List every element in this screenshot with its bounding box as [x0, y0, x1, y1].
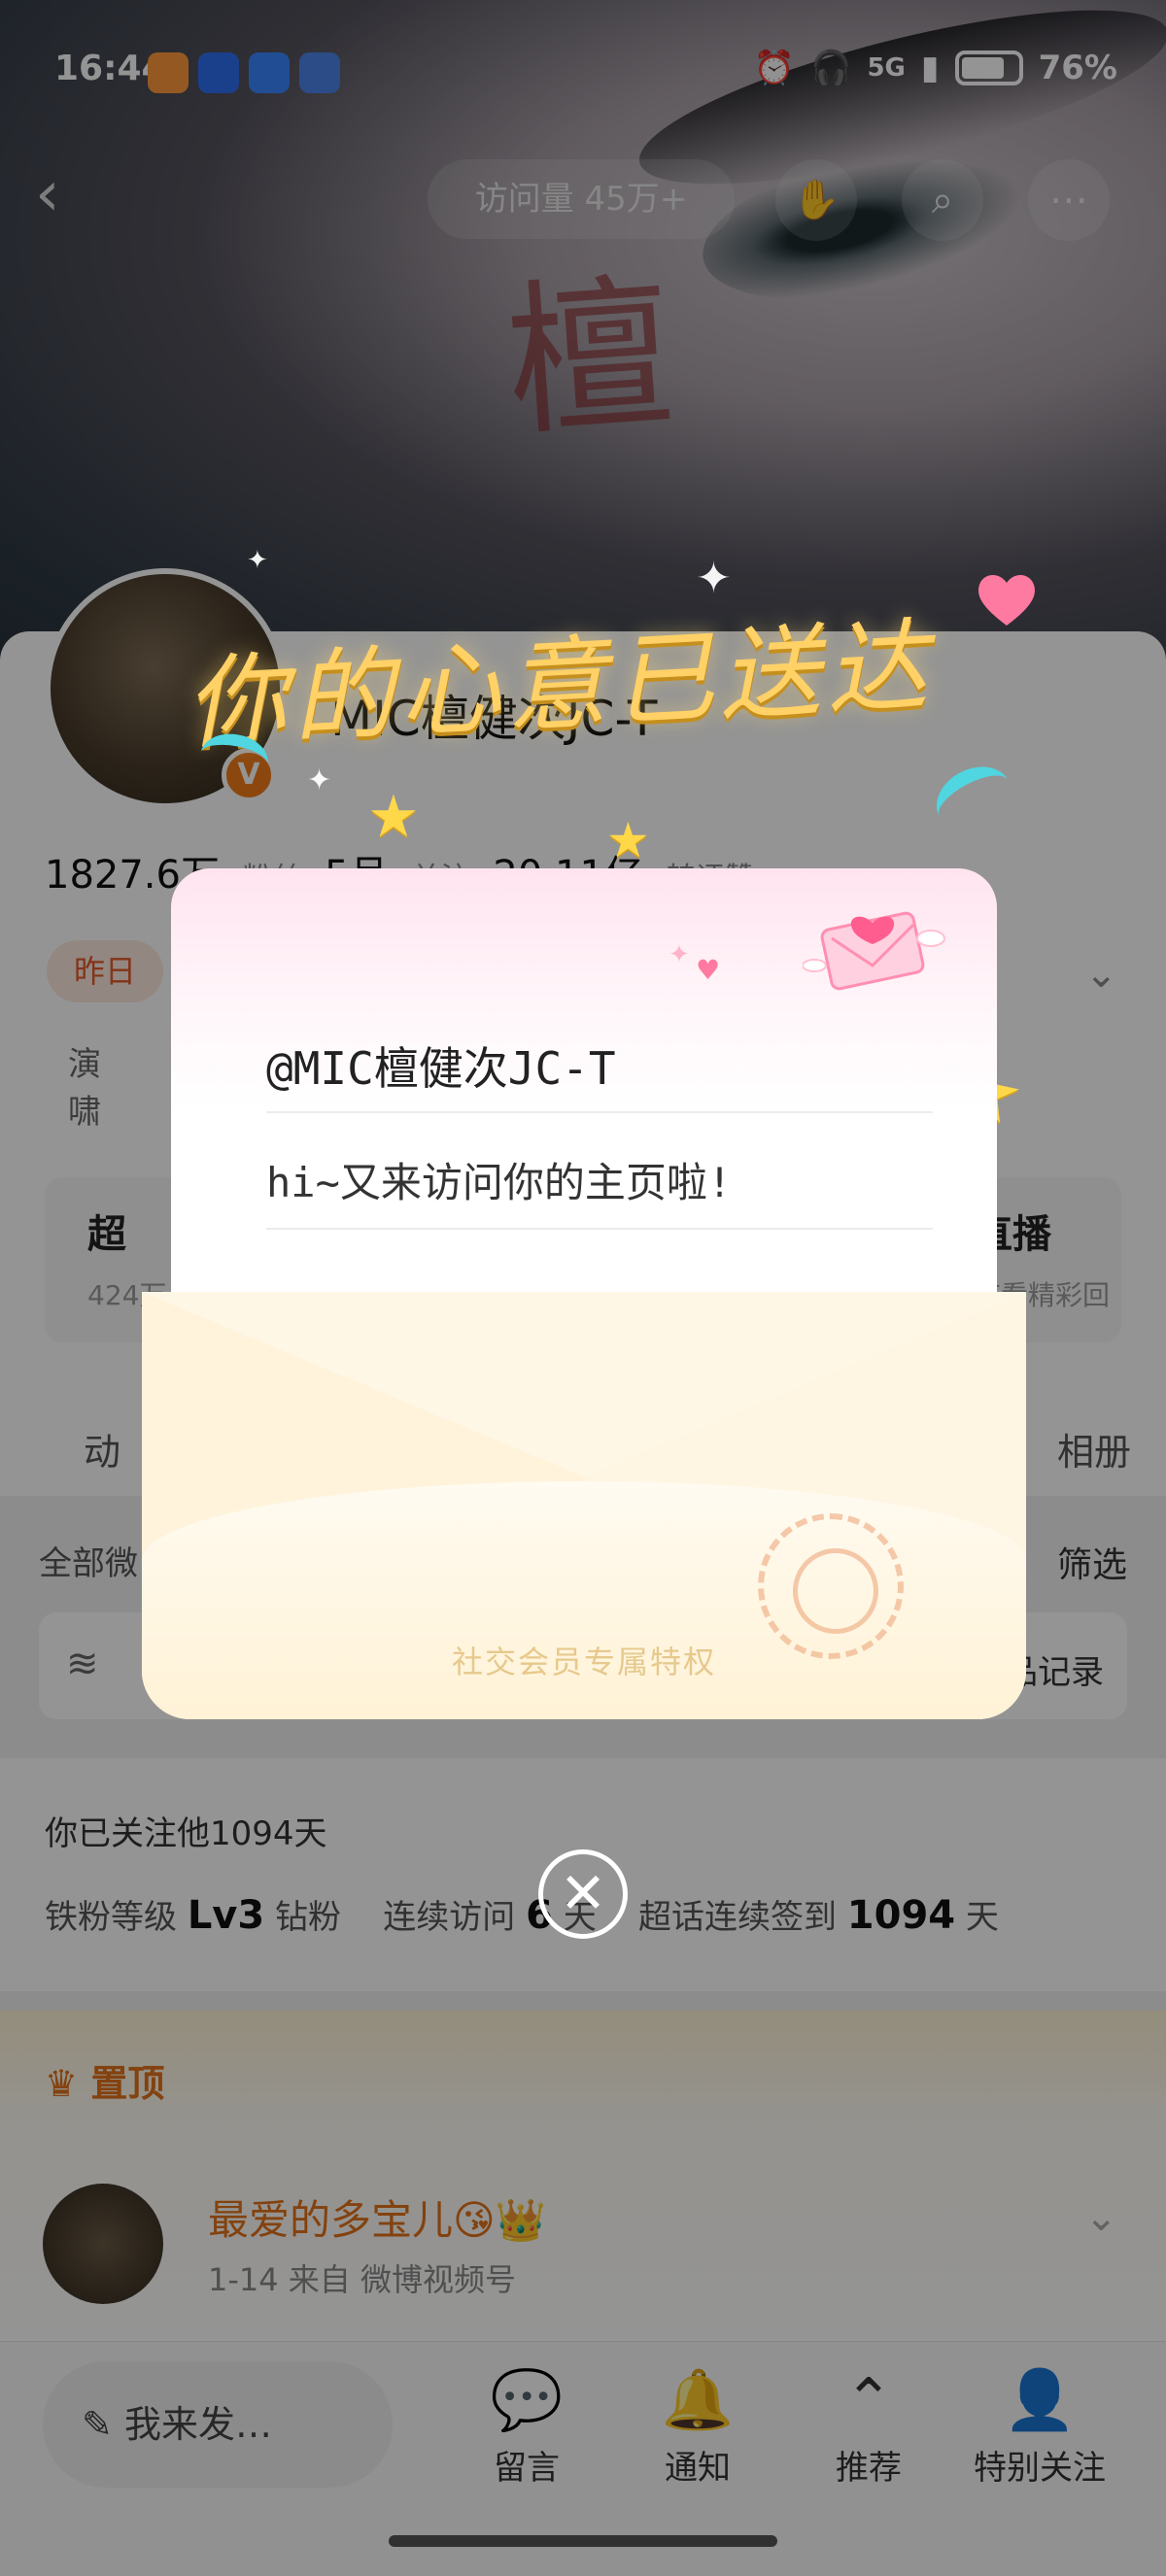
love-letter-icon	[803, 911, 945, 991]
star-icon: ★	[367, 783, 420, 851]
envelope: 社交会员专属特权	[142, 1292, 1026, 1719]
sparkle-icon: ✦	[696, 554, 732, 603]
sparkle-icon: ✦	[247, 546, 268, 575]
privilege-text: 社交会员专属特权	[451, 1644, 716, 1680]
weibo-stamp-icon	[758, 1513, 904, 1659]
recipient-line: @MIC檀健次JC-T	[266, 1034, 933, 1113]
star-icon: ★	[606, 812, 650, 868]
close-circle-icon[interactable]: ✕	[538, 1849, 628, 1939]
message-line: hi~又来访问你的主页啦!	[266, 1150, 933, 1230]
heart-icon	[978, 574, 1035, 626]
sparkle-icon: ✦	[669, 940, 690, 969]
sparkle-icon: ✦	[307, 763, 332, 797]
small-heart-icon: ♥	[696, 954, 721, 986]
